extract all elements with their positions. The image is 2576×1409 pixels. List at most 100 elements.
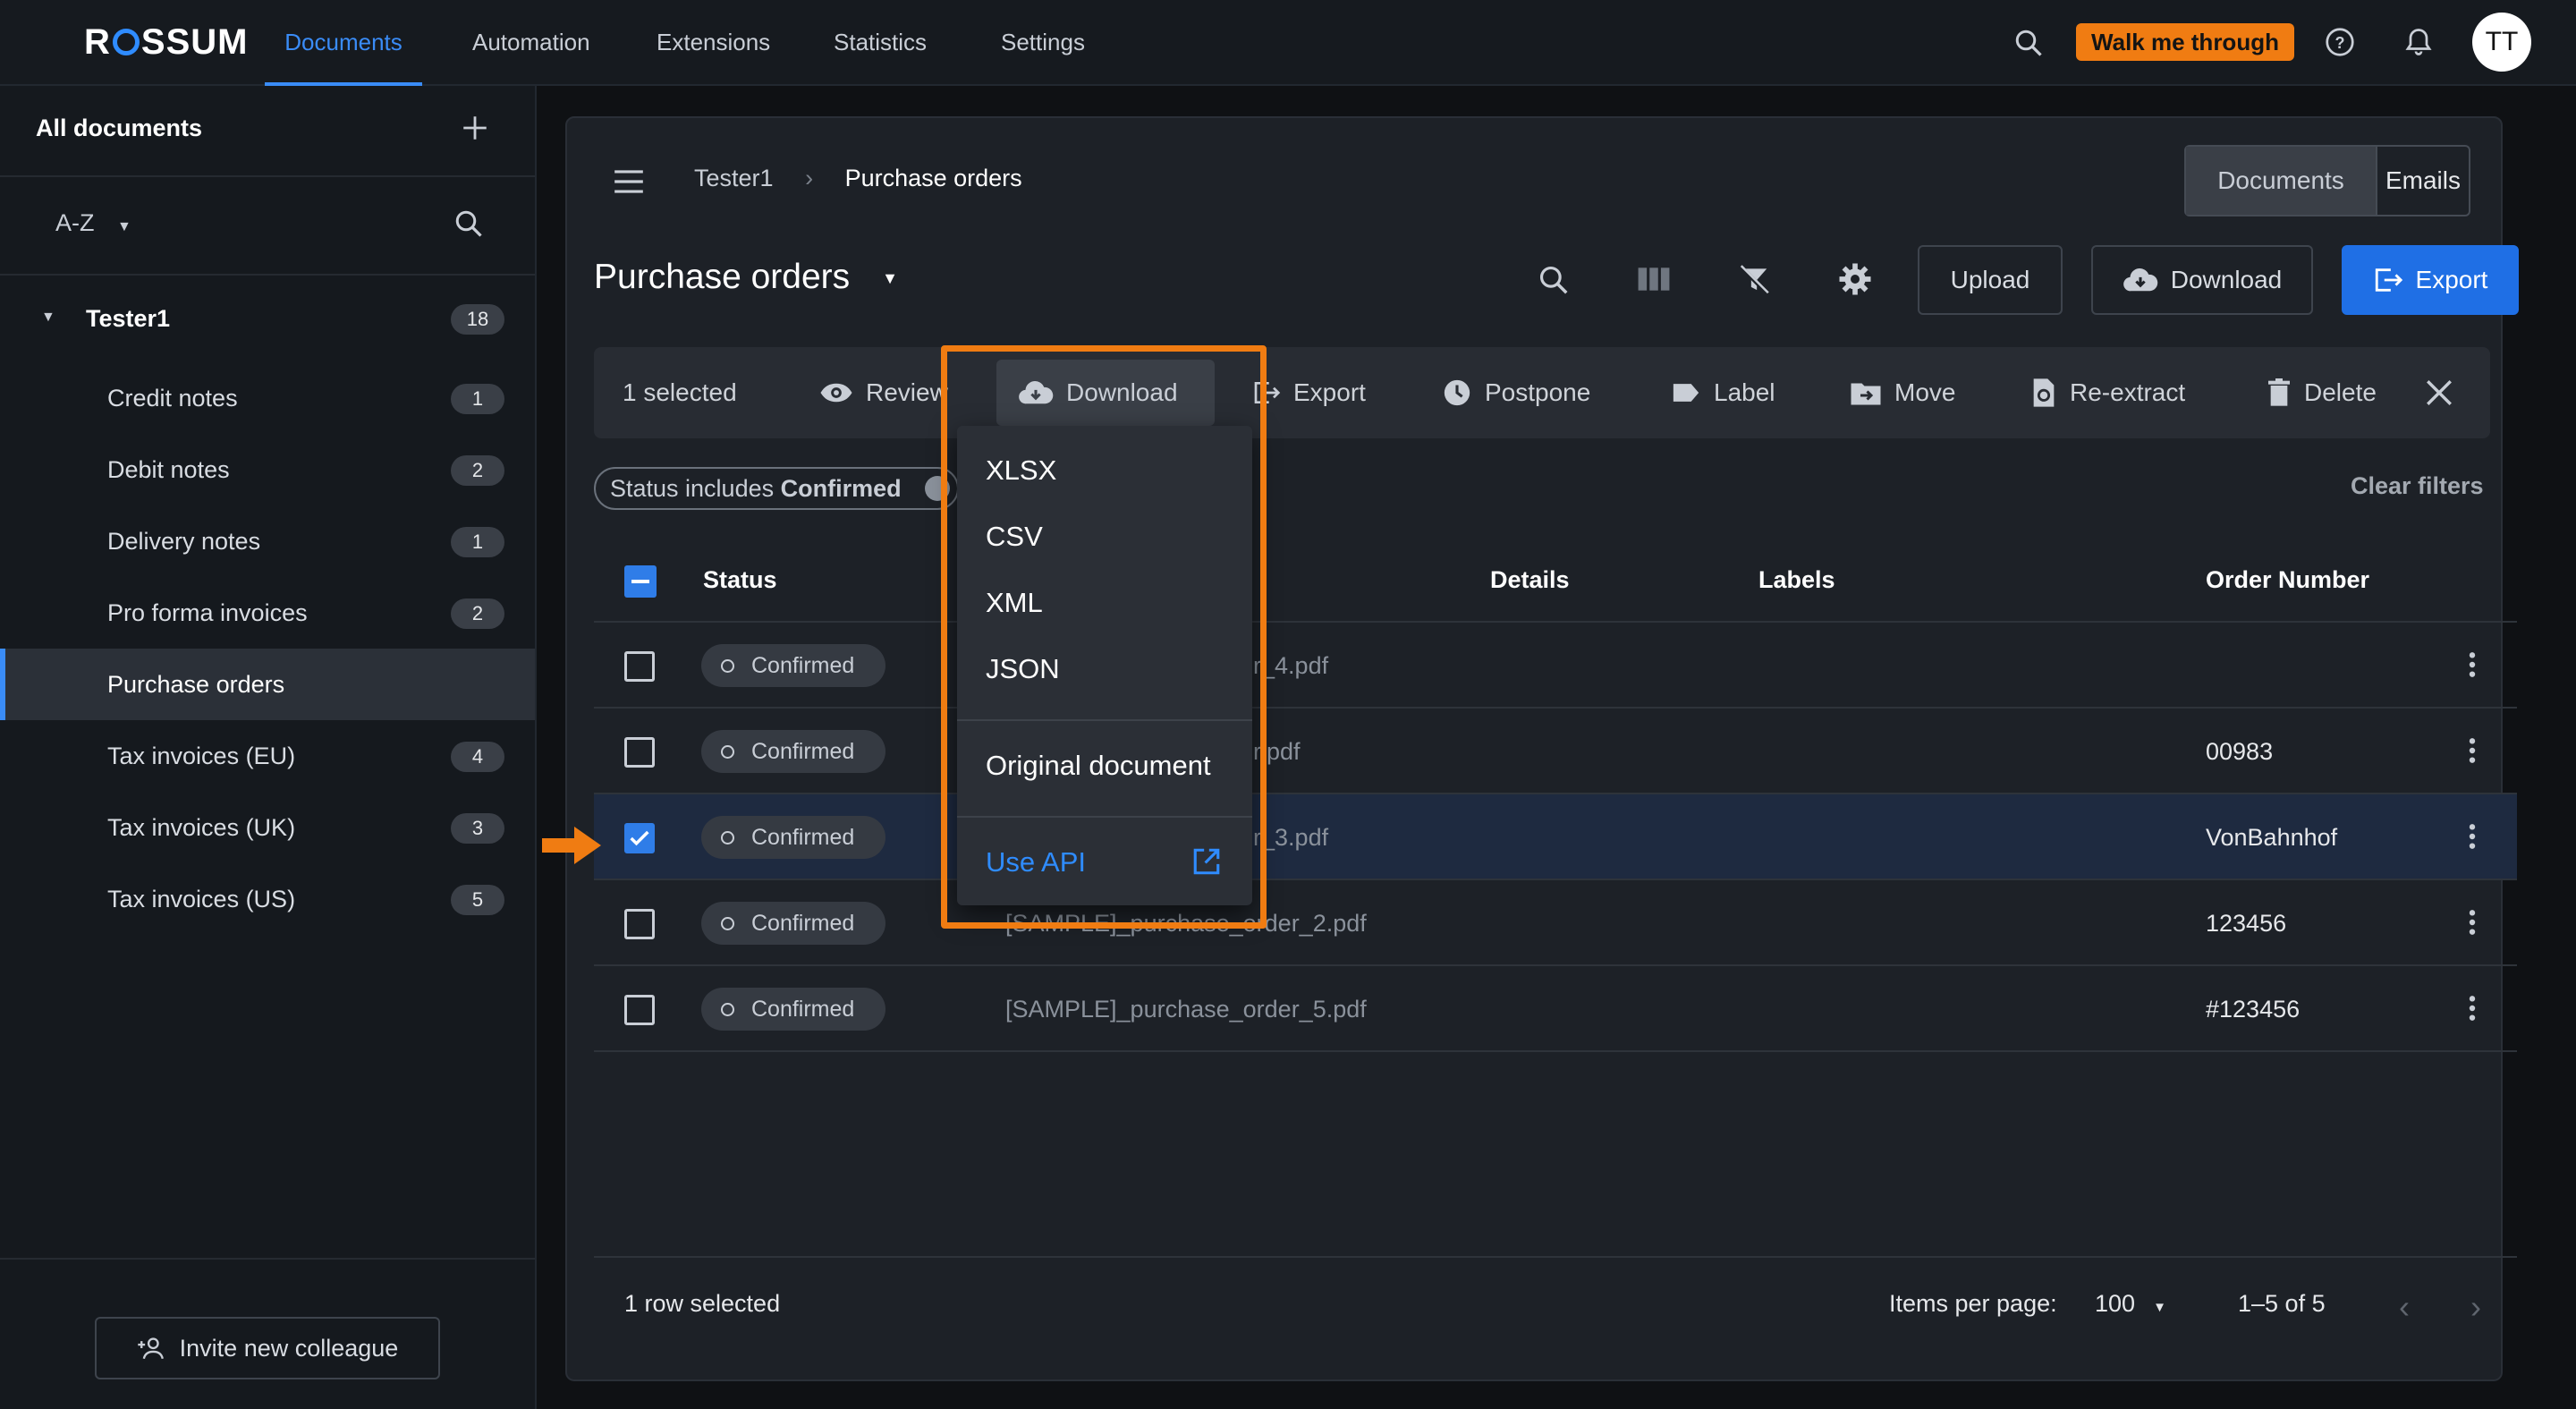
folder-move-icon (1850, 379, 1882, 406)
row-checkbox[interactable] (624, 651, 655, 682)
bulk-download-label[interactable]: Download (1018, 347, 1178, 438)
help-icon[interactable]: ? (2324, 26, 2356, 58)
menu-item-csv[interactable]: CSV (986, 521, 1043, 553)
items-per-page-select[interactable]: 100 ▼ (2095, 1290, 2166, 1318)
menu-item-xlsx[interactable]: XLSX (986, 454, 1056, 487)
sidebar-item-debit-notes[interactable]: Debit notes 2 (0, 434, 535, 505)
export-icon (1252, 379, 1281, 406)
kebab-icon[interactable] (2469, 821, 2476, 852)
invite-colleague-button[interactable]: Invite new colleague (95, 1317, 440, 1379)
tag-icon (1671, 380, 1701, 405)
sidebar-item-tax-invoices-us[interactable]: Tax invoices (US) 5 (0, 863, 535, 935)
person-add-icon (137, 1335, 167, 1362)
order-number: VonBahnhof (2206, 824, 2338, 851)
sidebar-item-delivery-notes[interactable]: Delivery notes 1 (0, 505, 535, 577)
menu-item-xml[interactable]: XML (986, 587, 1043, 619)
menu-item-use-api[interactable]: Use API (986, 846, 1086, 879)
sidebar-item-tax-invoices-eu[interactable]: Tax invoices (EU) 4 (0, 720, 535, 792)
table-row[interactable]: Confirmed [SAMPLE]_purchase_order_2.pdf … (594, 880, 2517, 966)
column-labels[interactable]: Labels (1758, 537, 1835, 623)
column-status[interactable]: Status (703, 537, 777, 623)
bulk-export-button[interactable]: Export (1252, 347, 1366, 438)
table-row[interactable]: Confirmed rder.pdf 00983 (594, 709, 2517, 794)
user-avatar[interactable]: TT (2472, 13, 2531, 72)
file-name[interactable]: [SAMPLE]_purchase_order_5.pdf (1005, 966, 1367, 1052)
download-format-menu: XLSX CSV XML JSON Original document Use … (957, 426, 1252, 905)
download-button[interactable]: Download (2091, 245, 2313, 315)
sort-select[interactable]: A-Z ▼ (55, 209, 131, 237)
kebab-icon[interactable] (2469, 735, 2476, 766)
row-checkbox[interactable] (624, 909, 655, 939)
bell-icon[interactable] (2402, 25, 2435, 59)
kebab-icon[interactable] (2469, 993, 2476, 1023)
nav-tab-documents[interactable]: Documents (265, 0, 422, 86)
status-filter-chip[interactable]: Status includes Confirmed (594, 467, 959, 510)
breadcrumb: Tester1 › Purchase orders (694, 165, 1022, 192)
eye-icon (819, 381, 853, 404)
status-badge: Confirmed (701, 902, 886, 945)
nav-tab-extensions[interactable]: Extensions (657, 0, 770, 86)
view-emails-button[interactable]: Emails (2377, 147, 2469, 215)
status-badge: Confirmed (701, 988, 886, 1031)
rossum-logo[interactable]: R SSUM (84, 20, 248, 64)
export-button[interactable]: Export (2342, 245, 2519, 315)
order-number: 00983 (2206, 738, 2274, 765)
row-checkbox[interactable] (624, 737, 655, 768)
arrow-right-icon (542, 825, 603, 866)
top-navigation: R SSUM Documents Automation Extensions St… (0, 0, 2576, 86)
sidebar-group-tester1[interactable]: ▼ Tester1 18 (0, 283, 535, 354)
caret-down-icon: ▼ (882, 269, 898, 288)
postpone-button[interactable]: Postpone (1442, 347, 1590, 438)
view-documents-button[interactable]: Documents (2186, 147, 2377, 215)
breadcrumb-parent[interactable]: Tester1 (694, 165, 774, 191)
external-link-icon (1191, 846, 1222, 877)
svg-text:?: ? (2335, 34, 2345, 52)
menu-icon[interactable] (612, 168, 646, 195)
table-row-selected[interactable]: Confirmed rder_3.pdf VonBahnhof (594, 794, 2517, 880)
column-details[interactable]: Details (1490, 537, 1570, 623)
nav-tab-statistics[interactable]: Statistics (834, 0, 927, 86)
nav-tab-settings[interactable]: Settings (1001, 0, 1085, 86)
filter-off-icon[interactable] (1737, 263, 1771, 297)
sidebar-item-tax-invoices-uk[interactable]: Tax invoices (UK) 3 (0, 792, 535, 863)
delete-button[interactable]: Delete (2267, 347, 2377, 438)
reextract-button[interactable]: Re-extract (2030, 347, 2185, 438)
plus-icon[interactable] (460, 113, 490, 143)
nav-tab-automation[interactable]: Automation (472, 0, 590, 86)
review-button[interactable]: Review (819, 347, 948, 438)
reextract-icon (2030, 378, 2057, 408)
kebab-icon[interactable] (2469, 907, 2476, 938)
trash-icon (2267, 378, 2292, 407)
walk-me-through-button[interactable]: Walk me through (2076, 23, 2294, 61)
selected-count: 1 selected (623, 378, 737, 406)
select-all-checkbox[interactable] (624, 565, 657, 598)
gear-icon[interactable] (1837, 261, 1873, 297)
row-checkbox[interactable] (624, 995, 655, 1025)
status-badge: Confirmed (701, 816, 886, 859)
table-row[interactable]: Confirmed [SAMPLE]_purchase_order_5.pdf … (594, 966, 2517, 1052)
sidebar-item-credit-notes[interactable]: Credit notes 1 (0, 362, 535, 434)
caret-down-icon: ▼ (41, 310, 55, 325)
menu-item-original-document[interactable]: Original document (986, 750, 1211, 782)
chevron-right-icon: › (805, 165, 814, 191)
search-icon[interactable] (2012, 27, 2045, 59)
sidebar-item-pro-forma-invoices[interactable]: Pro forma invoices 2 (0, 577, 535, 649)
label-button[interactable]: Label (1671, 347, 1775, 438)
table-row[interactable]: Confirmed rder_4.pdf (594, 623, 2517, 709)
move-button[interactable]: Move (1850, 347, 1955, 438)
chip-remove-icon[interactable] (925, 476, 950, 501)
close-icon[interactable] (2424, 378, 2454, 408)
kebab-icon[interactable] (2469, 649, 2476, 680)
menu-item-json[interactable]: JSON (986, 653, 1060, 685)
sidebar-item-purchase-orders[interactable]: Purchase orders (0, 649, 535, 720)
column-order-number[interactable]: Order Number (2206, 537, 2369, 623)
sidebar-search-icon[interactable] (453, 208, 485, 240)
page-title[interactable]: Purchase orders ▼ (594, 258, 898, 297)
table-search-icon[interactable] (1537, 263, 1571, 297)
upload-button[interactable]: Upload (1918, 245, 2063, 315)
clear-filters-link[interactable]: Clear filters (2351, 472, 2484, 500)
row-checkbox-checked[interactable] (624, 823, 655, 853)
columns-icon[interactable] (1637, 265, 1671, 293)
chevron-left-icon[interactable]: ‹ (2399, 1288, 2410, 1326)
chevron-right-icon[interactable]: › (2470, 1288, 2481, 1326)
